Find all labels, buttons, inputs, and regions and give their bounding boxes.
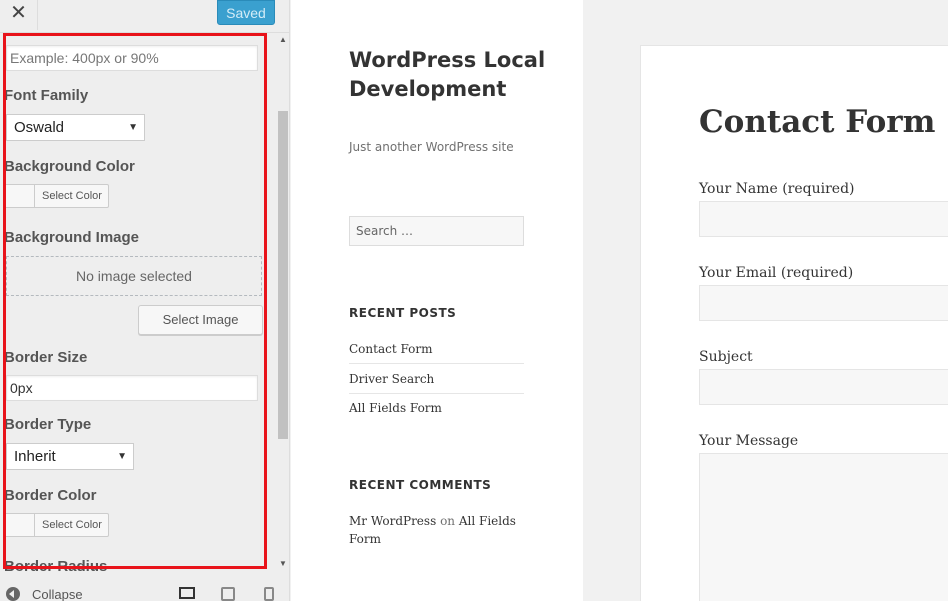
select-image-button[interactable]: Select Image [138,305,263,335]
recent-comment: Mr WordPress on All Fields Form [349,512,524,548]
recent-posts-title: RECENT POSTS [349,306,457,320]
email-field-label: Your Email (required) [699,265,854,281]
chevron-down-icon: ▼ [128,122,138,133]
controls-panel: Example: 400px or 90% Font Family Oswald… [0,33,276,571]
site-tagline: Just another WordPress site [349,140,514,154]
font-family-value: Oswald [14,119,65,136]
message-field-label: Your Message [699,433,799,449]
background-color-picker[interactable]: Select Color [4,184,109,208]
scrollbar-thumb[interactable] [278,111,288,439]
border-size-label: Border Size [4,349,88,366]
search-input[interactable]: Search … [349,216,524,246]
border-type-label: Border Type [4,416,92,433]
border-color-label: Border Color [4,487,97,504]
content-card: Contact Form Your Name (required) Your E… [640,45,948,601]
site-sidebar: WordPress Local Development Just another… [291,0,583,601]
email-field[interactable] [699,285,948,321]
border-type-select[interactable]: Inherit ▼ [6,443,134,470]
scrollbar[interactable]: ▲ ▼ [276,33,289,571]
font-family-label: Font Family [4,87,89,104]
desktop-preview-icon[interactable] [179,587,195,599]
site-title[interactable]: WordPress Local Development [349,46,549,104]
page-title: Contact Form [699,104,936,140]
collapse-button[interactable]: Collapse [32,587,83,601]
subject-field-label: Subject [699,349,753,365]
name-field[interactable] [699,201,948,237]
name-field-label: Your Name (required) [699,181,855,197]
border-type-value: Inherit [14,448,56,465]
scroll-up-arrow-icon[interactable]: ▲ [279,35,287,44]
tablet-preview-icon[interactable] [221,587,235,601]
recent-post-link[interactable]: Driver Search [349,372,524,394]
background-image-label: Background Image [4,229,140,246]
width-input[interactable]: Example: 400px or 90% [6,45,258,71]
select-color-button[interactable]: Select Color [36,514,108,536]
border-size-input[interactable]: 0px [6,375,258,401]
border-color-picker[interactable]: Select Color [4,513,109,537]
customizer-sidebar: ✕ Saved Example: 400px or 90% Font Famil… [0,0,290,601]
comment-connector: on [440,514,456,528]
recent-post-link[interactable]: All Fields Form [349,401,524,422]
subject-field[interactable] [699,369,948,405]
chevron-down-icon: ▼ [117,451,127,462]
select-color-button[interactable]: Select Color [36,185,108,207]
close-icon[interactable]: ✕ [0,0,38,30]
color-swatch[interactable] [5,514,35,536]
recent-comments-title: RECENT COMMENTS [349,478,492,492]
site-preview: WordPress Local Development Just another… [291,0,948,601]
save-button[interactable]: Saved [217,0,275,25]
customizer-header: ✕ Saved [0,0,289,33]
message-field[interactable] [699,453,948,601]
mobile-preview-icon[interactable] [264,587,274,601]
background-color-label: Background Color [4,158,135,175]
collapse-icon[interactable] [6,587,20,601]
recent-post-link[interactable]: Contact Form [349,342,524,364]
scroll-down-arrow-icon[interactable]: ▼ [279,559,287,568]
comment-author-link[interactable]: Mr WordPress [349,514,436,528]
font-family-select[interactable]: Oswald ▼ [6,114,145,141]
image-placeholder: No image selected [6,256,262,296]
color-swatch[interactable] [5,185,35,207]
border-radius-label: Border Radius [4,558,108,571]
